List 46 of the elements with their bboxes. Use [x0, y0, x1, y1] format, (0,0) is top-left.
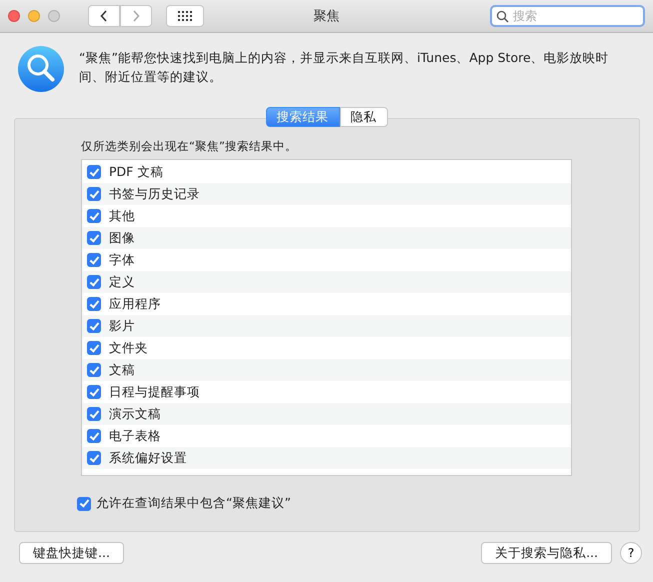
category-label: 文件夹 — [109, 340, 148, 356]
category-label: 系统偏好设置 — [109, 450, 187, 466]
privacy-button[interactable]: 关于搜索与隐私... — [481, 542, 612, 564]
checkbox-label: 允许在查询结果中包含“聚焦建议” — [96, 495, 291, 512]
checkbox[interactable] — [87, 407, 101, 421]
checkbox[interactable] — [77, 496, 91, 510]
checkbox[interactable] — [87, 165, 101, 179]
checkbox[interactable] — [87, 429, 101, 443]
category-label: 图像 — [109, 230, 135, 246]
checkbox[interactable] — [87, 341, 101, 355]
show-all-button[interactable] — [166, 5, 204, 27]
category-label: 定义 — [109, 274, 135, 290]
chevron-right-icon — [132, 10, 140, 22]
checkbox[interactable] — [87, 297, 101, 311]
back-button[interactable] — [88, 5, 120, 27]
description-text: “聚焦”能帮您快速找到电脑上的内容，并显示来自互联网、iTunes、App Store、电影放映时间、附近位置等的建议。 — [79, 49, 610, 86]
category-label: 应用程序 — [109, 296, 161, 312]
checkbox[interactable] — [87, 363, 101, 377]
checkbox[interactable] — [87, 275, 101, 289]
checkbox[interactable] — [87, 231, 101, 245]
window-title: 聚焦 — [314, 9, 340, 24]
close-button[interactable] — [8, 10, 20, 22]
checkbox[interactable] — [87, 253, 101, 267]
checkbox[interactable] — [87, 319, 101, 333]
category-label: 其他 — [109, 208, 135, 224]
category-label: PDF 文稿 — [109, 164, 164, 180]
hint-text: 仅所选类别会出现在“聚焦”搜索结果中。 — [81, 139, 298, 154]
category-label: 字体 — [109, 252, 135, 268]
search-field[interactable]: 搜索 — [490, 5, 645, 27]
category-label: 书签与历史记录 — [109, 186, 200, 202]
category-label: 日程与提醒事项 — [109, 384, 200, 400]
checkbox[interactable] — [87, 209, 101, 223]
checkbox[interactable] — [87, 187, 101, 201]
chevron-left-icon — [100, 10, 108, 22]
search-icon — [496, 10, 509, 23]
keyboard-shortcuts-button[interactable]: 键盘快捷键... — [19, 542, 124, 564]
grid-icon — [178, 11, 192, 21]
category-label: 文稿 — [109, 362, 135, 378]
checkbox[interactable] — [87, 451, 101, 465]
category-label: 影片 — [109, 318, 135, 334]
category-label: 电子表格 — [109, 428, 161, 444]
help-button[interactable]: ? — [620, 542, 642, 564]
checkbox[interactable] — [87, 385, 101, 399]
tab[interactable]: 隐私 — [340, 107, 388, 127]
search-icon — [17, 45, 65, 93]
category-label: 演示文稿 — [109, 406, 161, 422]
